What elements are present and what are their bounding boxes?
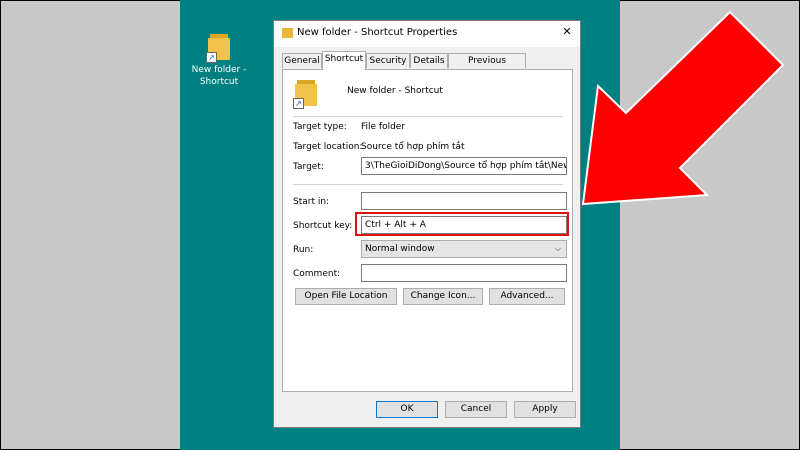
arrow-shape [581, 10, 785, 206]
red-pointer-arrow [581, 10, 785, 206]
tab-shortcut[interactable]: Shortcut [322, 51, 366, 70]
